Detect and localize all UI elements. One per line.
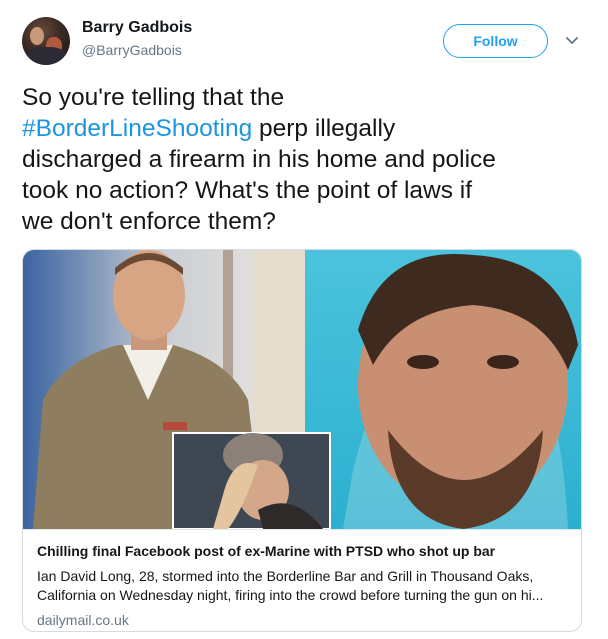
tweet-line: discharged a firearm in his home and pol… [22, 146, 496, 173]
card-description-line: Ian David Long, 28, stormed into the Bor… [37, 568, 534, 584]
card-body: Chilling final Facebook post of ex-Marin… [23, 529, 581, 631]
card-description: Ian David Long, 28, stormed into the Bor… [37, 567, 573, 605]
display-name[interactable]: Barry Gadbois [82, 19, 192, 37]
follow-button[interactable]: Follow [443, 24, 548, 58]
tweet-line: we don't enforce them? [22, 208, 276, 235]
chevron-down-icon[interactable] [566, 36, 578, 46]
hashtag-link[interactable]: #BorderLineShooting [22, 115, 252, 142]
tweet-text: So you're telling that the #BorderLineSh… [22, 82, 592, 237]
card-title[interactable]: Chilling final Facebook post of ex-Marin… [37, 543, 495, 559]
user-handle[interactable]: @BarryGadbois [82, 42, 182, 58]
card-photo-collage [23, 250, 581, 529]
card-domain: dailymail.co.uk [37, 612, 129, 628]
card-description-line: California on Wednesday night, firing in… [37, 587, 544, 603]
avatar[interactable] [22, 17, 70, 65]
tweet-line-rest: perp illegally [252, 115, 396, 142]
tweet-line: #BorderLineShooting perp illegally [22, 113, 592, 144]
avatar-detail [26, 47, 66, 65]
tweet-line: So you're telling that the [22, 84, 285, 111]
link-card[interactable]: Chilling final Facebook post of ex-Marin… [22, 249, 582, 632]
card-image [23, 250, 581, 529]
avatar-detail [30, 27, 44, 45]
tweet-line: took no action? What's the point of laws… [22, 177, 473, 204]
